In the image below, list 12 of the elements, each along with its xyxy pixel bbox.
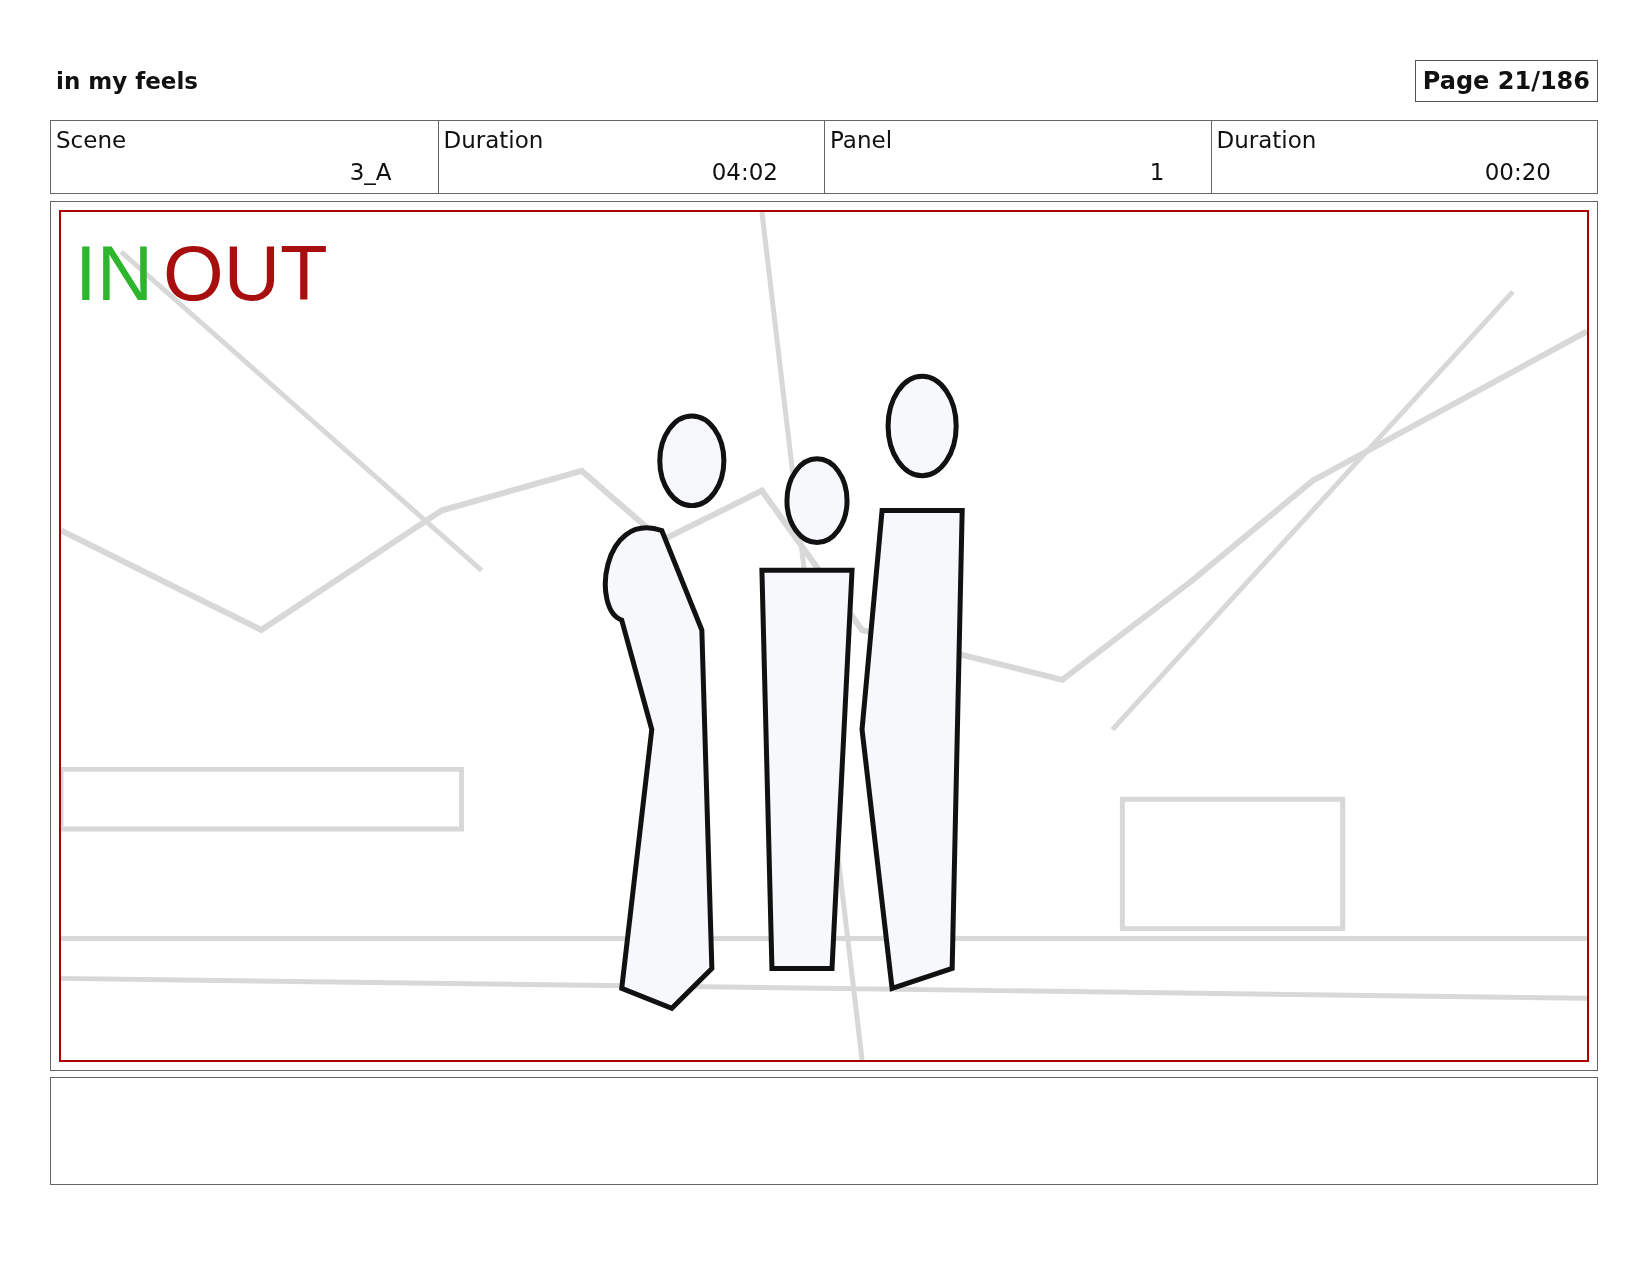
field-label: Duration bbox=[1216, 127, 1318, 153]
field-label: Panel bbox=[830, 127, 894, 153]
field-value: 3_A bbox=[348, 159, 392, 185]
storyboard-title: in my feels bbox=[56, 68, 198, 94]
field-value: 1 bbox=[1148, 159, 1165, 185]
field-value: 00:20 bbox=[1483, 159, 1551, 185]
in-marker: IN bbox=[75, 234, 153, 312]
out-marker: OUT bbox=[163, 234, 328, 312]
field-value: 04:02 bbox=[710, 159, 778, 185]
field-label: Scene bbox=[56, 127, 128, 153]
field-label: Duration bbox=[443, 127, 545, 153]
page-number: Page 21/186 bbox=[1414, 60, 1598, 102]
